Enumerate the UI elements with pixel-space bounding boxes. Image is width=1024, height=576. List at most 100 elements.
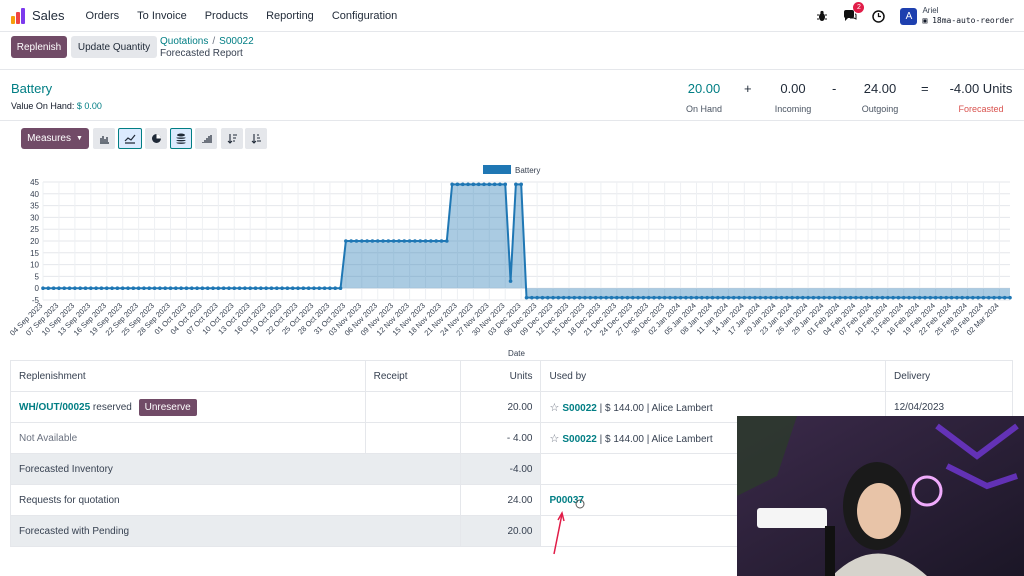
sale-order-link[interactable]: S00022 <box>562 434 596 445</box>
data-point <box>402 239 407 243</box>
data-point <box>615 295 619 300</box>
star-icon[interactable]: ☆ <box>549 402 559 414</box>
data-point <box>115 286 120 290</box>
y-tick-label: 5 <box>35 272 40 281</box>
product-name[interactable]: Battery <box>11 81 52 96</box>
database-name: 18ma-auto-reorder <box>932 16 1014 25</box>
divider <box>0 120 1024 121</box>
avatar[interactable]: A <box>900 7 918 25</box>
rfq-label: Requests for quotation <box>10 484 461 516</box>
data-point <box>816 295 821 300</box>
data-point <box>535 295 539 300</box>
stacked-button[interactable] <box>170 128 192 149</box>
bug-icon[interactable] <box>814 8 830 24</box>
col-units: Units <box>459 360 542 392</box>
data-point <box>423 239 428 243</box>
data-point <box>689 295 694 300</box>
data-point <box>184 286 189 290</box>
data-point <box>923 295 927 300</box>
data-point <box>530 295 534 300</box>
cumulative-button[interactable] <box>195 128 217 149</box>
data-point <box>588 295 593 300</box>
data-point <box>822 295 826 300</box>
data-point <box>657 295 662 300</box>
data-point <box>604 295 608 300</box>
data-point <box>99 286 104 290</box>
pie-chart-button[interactable] <box>145 128 167 149</box>
picking-link[interactable]: WH/OUT/00025 <box>19 402 90 413</box>
menu-to-invoice[interactable]: To Invoice <box>137 10 187 22</box>
forecast-chart: -505101520253035404504 Sep 202307 Sep 20… <box>8 165 1012 358</box>
data-point <box>971 295 975 300</box>
data-point <box>482 182 486 187</box>
unreserve-button[interactable]: Unreserve <box>138 398 197 416</box>
sort-ascending-button[interactable] <box>245 128 267 149</box>
annotation-arrow <box>553 511 565 555</box>
data-point <box>694 295 699 300</box>
data-point <box>407 239 412 243</box>
not-available-text: Not Available <box>10 422 366 454</box>
messages-icon[interactable]: 2 <box>842 2 865 24</box>
data-point <box>551 295 555 300</box>
measures-label: Measures <box>27 133 71 144</box>
receipt-cell <box>364 422 461 454</box>
kpi-on-hand[interactable]: 20.00 On Hand <box>676 81 732 114</box>
data-point <box>854 295 858 300</box>
data-point <box>83 286 88 290</box>
data-point <box>997 295 1002 300</box>
data-point <box>89 286 93 290</box>
data-point <box>365 239 369 243</box>
breadcrumb-quotations[interactable]: Quotations <box>160 36 208 47</box>
receipt-cell <box>364 391 461 423</box>
data-point <box>583 295 587 300</box>
sales-app-icon[interactable] <box>11 7 25 24</box>
menu-orders[interactable]: Orders <box>86 10 120 22</box>
user-menu[interactable]: Ariel ▣ 18ma-auto-reorder <box>922 6 1014 26</box>
data-point <box>811 295 816 300</box>
units-cell: - 4.00 <box>459 422 542 454</box>
data-point <box>168 286 173 290</box>
bar-chart-button[interactable] <box>93 128 115 149</box>
data-point <box>700 295 704 300</box>
star-icon[interactable]: ☆ <box>549 433 559 445</box>
top-navbar: Sales Orders To Invoice Products Reporti… <box>0 0 1024 32</box>
data-point <box>540 295 545 300</box>
data-point <box>981 295 986 300</box>
webcam-overlay <box>737 416 1024 576</box>
units-cell: -4.00 <box>459 453 542 485</box>
page-title: Forecasted Report <box>160 48 243 59</box>
outgoing-value: 24.00 <box>863 81 897 96</box>
data-point <box>445 239 449 243</box>
y-tick-label: 25 <box>30 225 39 234</box>
update-quantity-button[interactable]: Update Quantity <box>71 36 157 58</box>
sale-order-link[interactable]: S00022 <box>562 403 596 414</box>
data-point <box>747 295 752 300</box>
sort-descending-button[interactable] <box>221 128 243 149</box>
app-name[interactable]: Sales <box>32 8 65 23</box>
data-point <box>280 286 284 290</box>
data-point <box>344 239 348 243</box>
data-point <box>859 295 864 300</box>
measures-dropdown[interactable]: Measures ▼ <box>21 128 89 149</box>
replenish-button[interactable]: Replenish <box>11 36 67 58</box>
data-point <box>721 295 725 300</box>
data-point <box>710 295 715 300</box>
data-point <box>891 295 895 300</box>
menu-products[interactable]: Products <box>205 10 248 22</box>
menu-reporting[interactable]: Reporting <box>266 10 314 22</box>
menu-configuration[interactable]: Configuration <box>332 10 397 22</box>
kpi-outgoing[interactable]: 24.00 Outgoing <box>852 81 908 114</box>
breadcrumb: Quotations / S00022 Forecasted Report <box>160 36 254 59</box>
data-point <box>487 182 492 187</box>
data-point <box>896 295 901 300</box>
breadcrumb-order[interactable]: S00022 <box>219 36 253 47</box>
data-point <box>243 286 247 290</box>
y-tick-label: 20 <box>30 237 39 246</box>
data-point <box>498 182 502 187</box>
data-point <box>397 239 401 243</box>
line-chart-button[interactable] <box>118 128 142 149</box>
message-count-badge: 2 <box>853 2 865 13</box>
systray: 2 A Ariel ▣ 18ma-auto-reorder <box>808 0 1024 32</box>
clock-icon[interactable] <box>870 8 886 24</box>
data-point <box>476 182 481 187</box>
